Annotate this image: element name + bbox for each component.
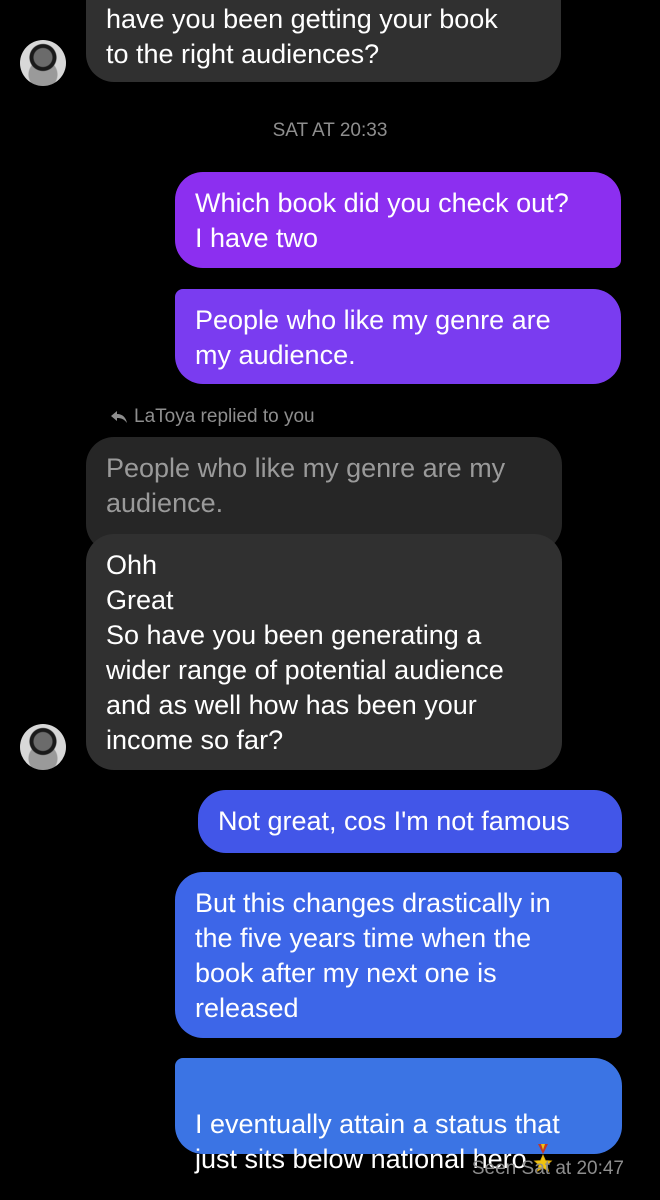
reply-indicator-label: LaToya replied to you (134, 406, 315, 427)
contact-avatar[interactable] (20, 724, 66, 770)
chat-thread: have you been getting your book to the r… (0, 0, 660, 1200)
contact-avatar[interactable] (20, 40, 66, 86)
incoming-message[interactable]: have you been getting your book to the r… (86, 0, 561, 82)
outgoing-message[interactable]: But this changes drastically in the five… (175, 872, 622, 1038)
seen-status: Seen Sat at 20:47 (471, 1158, 624, 1179)
incoming-message[interactable]: Ohh Great So have you been generating a … (86, 534, 562, 770)
reply-indicator: LaToya replied to you (110, 406, 315, 428)
outgoing-message[interactable]: I eventually attain a status that just s… (175, 1058, 622, 1174)
outgoing-message[interactable]: Not great, cos I'm not famous (198, 790, 622, 853)
reply-arrow-icon (111, 411, 127, 423)
outgoing-message[interactable]: Which book did you check out? I have two (175, 172, 621, 268)
outgoing-message[interactable]: People who like my genre are my audience… (175, 289, 621, 384)
timestamp-divider: SAT AT 20:33 (272, 120, 388, 141)
